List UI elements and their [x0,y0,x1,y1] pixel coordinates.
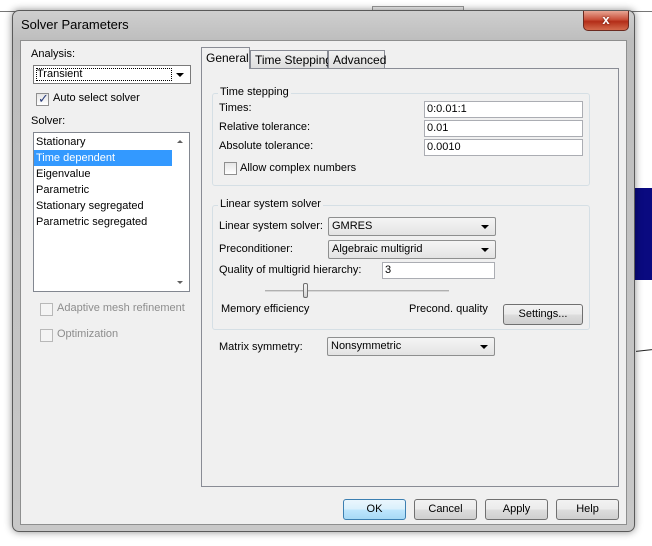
relative-tolerance-input[interactable]: 0.01 [424,120,583,137]
linear-solver-select[interactable]: GMRES [328,217,496,236]
allow-complex-numbers-checkbox[interactable] [224,162,237,175]
multigrid-quality-input[interactable]: 3 [382,262,495,279]
linear-solver-label: Linear system solver: [219,220,323,232]
quality-slider-thumb[interactable] [302,283,308,298]
solver-item-time-dependent[interactable]: Time dependent [34,150,172,166]
linear-solver-value: GMRES [332,220,373,232]
solver-item-parametric-segregated[interactable]: Parametric segregated [34,214,172,230]
close-icon: x [602,12,610,27]
analysis-select[interactable]: Transient [33,65,191,84]
scroll-down-arrow-icon[interactable] [177,281,183,284]
analysis-label: Analysis: [31,48,76,60]
solver-list-scrollbar[interactable] [172,133,189,291]
preconditioner-value: Algebraic multigrid [332,243,423,255]
memory-efficiency-label: Memory efficiency [221,303,310,315]
absolute-tolerance-input[interactable]: 0.0010 [424,139,583,156]
solver-item-stationary[interactable]: Stationary [34,134,172,150]
time-stepping-title: Time stepping [218,86,291,98]
linear-system-solver-group: Linear system solver Linear system solve… [212,198,590,330]
optimization-checkbox[interactable] [40,329,53,342]
settings-button[interactable]: Settings... [503,304,583,325]
background-line [635,349,652,352]
chevron-down-icon [481,225,489,229]
matrix-symmetry-select[interactable]: Nonsymmetric [327,337,495,356]
precond-quality-label: Precond. quality [409,303,488,315]
solver-list[interactable]: Stationary Time dependent Eigenvalue Par… [33,132,190,292]
absolute-tolerance-label: Absolute tolerance: [219,140,314,152]
solver-item-stationary-segregated[interactable]: Stationary segregated [34,198,172,214]
chevron-down-icon [176,73,184,77]
solver-item-eigenvalue[interactable]: Eigenvalue [34,166,172,182]
optimization-label: Optimization [57,328,119,340]
scroll-up-arrow-icon[interactable] [177,140,183,143]
help-button[interactable]: Help [556,499,619,520]
chevron-down-icon [480,345,488,349]
linear-system-solver-title: Linear system solver [218,198,323,210]
solver-item-parametric[interactable]: Parametric [34,182,172,198]
dialog-client-area: Analysis: Transient Auto select solver S… [20,40,627,525]
quality-slider-track[interactable] [265,290,449,292]
allow-complex-numbers-label: Allow complex numbers [240,162,357,174]
chevron-down-icon [481,248,489,252]
times-label: Times: [219,102,252,114]
tab-advanced[interactable]: Advanced [328,50,386,69]
auto-select-solver-checkbox[interactable] [36,91,49,107]
auto-select-solver-label: Auto select solver [53,92,140,104]
ok-button[interactable]: OK [343,499,406,520]
adaptive-mesh-refinement-label: Adaptive mesh refinement [57,302,185,314]
times-input[interactable]: 0:0.01:1 [424,101,583,118]
tab-general[interactable]: General [201,47,250,69]
close-button[interactable]: x [583,11,629,31]
preconditioner-select[interactable]: Algebraic multigrid [328,240,496,259]
dialog-title: Solver Parameters [21,17,129,32]
adaptive-mesh-refinement-checkbox[interactable] [40,303,53,316]
tab-time-stepping[interactable]: Time Stepping [250,50,332,69]
matrix-symmetry-label: Matrix symmetry: [219,341,303,353]
time-stepping-group: Time stepping Times: 0:0.01:1 Relative t… [212,86,590,186]
solver-parameters-dialog: Solver Parameters x Analysis: Transient … [12,10,635,532]
title-bar[interactable]: Solver Parameters x [13,11,634,39]
relative-tolerance-label: Relative tolerance: [219,121,311,133]
solver-label: Solver: [31,115,66,127]
cancel-button[interactable]: Cancel [414,499,477,520]
general-tab-panel: Time stepping Times: 0:0.01:1 Relative t… [201,68,619,487]
preconditioner-label: Preconditioner: [219,243,293,255]
multigrid-quality-label: Quality of multigrid hierarchy: [219,264,362,276]
apply-button[interactable]: Apply [485,499,548,520]
matrix-symmetry-value: Nonsymmetric [331,340,402,352]
